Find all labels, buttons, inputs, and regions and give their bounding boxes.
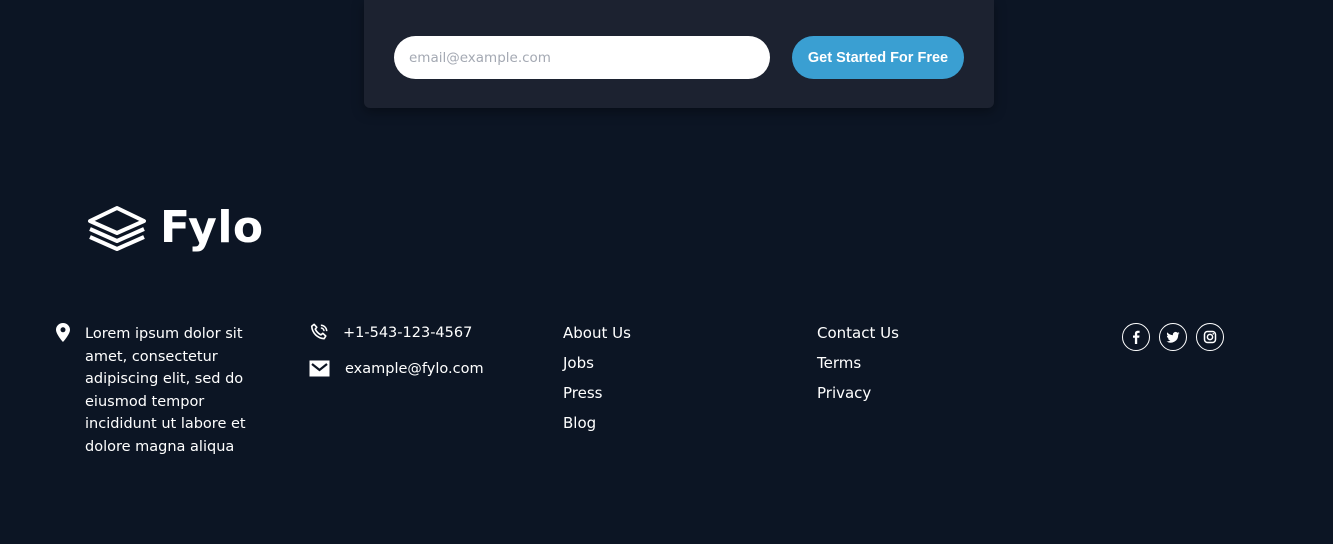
brand-logo[interactable]: Fylo [86, 200, 264, 256]
envelope-icon [309, 360, 330, 377]
twitter-icon [1166, 331, 1180, 343]
email-input[interactable] [394, 36, 770, 79]
facebook-button[interactable] [1122, 323, 1150, 351]
phone-icon [310, 323, 328, 340]
link-terms[interactable]: Terms [817, 353, 1017, 373]
address-text: Lorem ipsum dolor sit amet, consectetur … [85, 326, 246, 455]
footer-links-support: Contact Us Terms Privacy [817, 323, 1017, 413]
link-blog[interactable]: Blog [563, 413, 763, 433]
location-pin-icon [56, 323, 70, 342]
instagram-button[interactable] [1196, 323, 1224, 351]
link-jobs[interactable]: Jobs [563, 353, 763, 373]
brand-name: Fylo [160, 202, 264, 253]
phone-row[interactable]: +1-543-123-4567 [309, 323, 472, 342]
footer-links-company: About Us Jobs Press Blog [563, 323, 763, 443]
get-started-button[interactable]: Get Started For Free [792, 36, 964, 79]
footer-page: Get Started For Free Fylo Lorem ipsum do… [0, 0, 1333, 544]
email-row[interactable]: example@fylo.com [309, 359, 484, 378]
signup-card: Get Started For Free [364, 0, 994, 108]
social-links [1122, 323, 1233, 351]
twitter-button[interactable] [1159, 323, 1187, 351]
link-privacy[interactable]: Privacy [817, 383, 1017, 403]
facebook-icon [1133, 330, 1140, 344]
instagram-icon [1203, 330, 1217, 344]
stacked-layers-icon [88, 206, 146, 251]
link-contact-us[interactable]: Contact Us [817, 323, 1017, 343]
phone-number: +1-543-123-4567 [343, 324, 473, 341]
link-press[interactable]: Press [563, 383, 763, 403]
email-address: example@fylo.com [345, 360, 484, 377]
link-about-us[interactable]: About Us [563, 323, 763, 343]
